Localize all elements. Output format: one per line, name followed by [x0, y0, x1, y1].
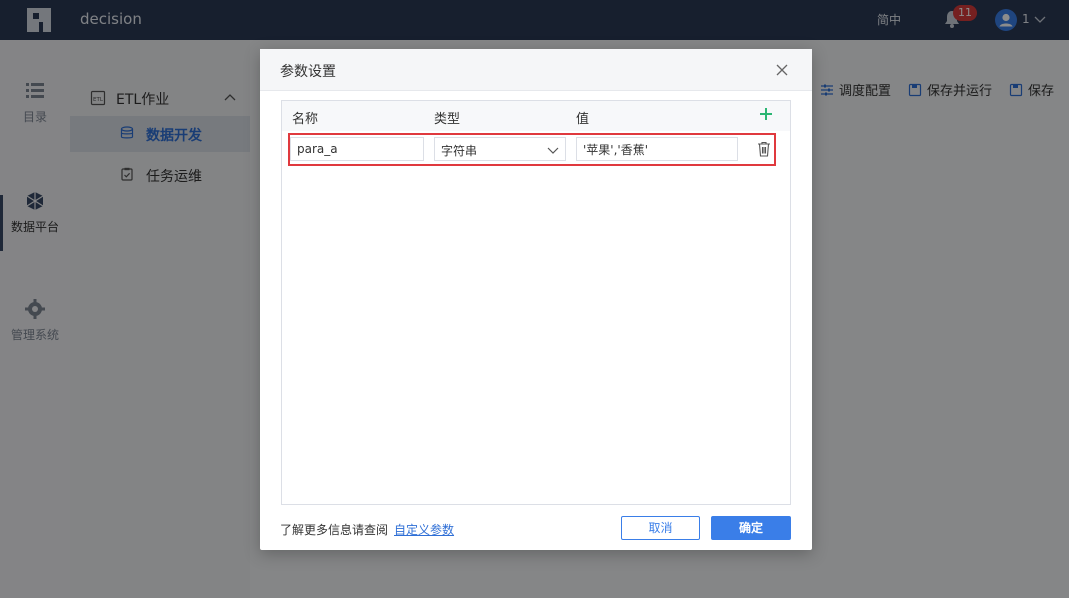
dialog-title: 参数设置	[280, 64, 336, 80]
close-icon[interactable]	[774, 62, 790, 78]
column-header-value: 值	[576, 112, 590, 127]
add-icon[interactable]	[758, 106, 774, 122]
dialog-header: 参数设置	[260, 49, 812, 91]
table-header: 名称 类型 值	[282, 101, 790, 131]
confirm-button[interactable]: 确定	[711, 516, 791, 540]
cancel-button[interactable]: 取消	[621, 516, 700, 540]
column-header-type: 类型	[434, 112, 461, 127]
param-settings-dialog: 参数设置 名称 类型 值 字符串 了解更多信息请查阅 自定义参数 取消 确定	[260, 49, 812, 550]
column-header-name: 名称	[292, 112, 319, 127]
row-highlight	[288, 133, 776, 166]
custom-params-link[interactable]: 自定义参数	[394, 521, 454, 538]
help-text: 了解更多信息请查阅	[280, 523, 389, 537]
